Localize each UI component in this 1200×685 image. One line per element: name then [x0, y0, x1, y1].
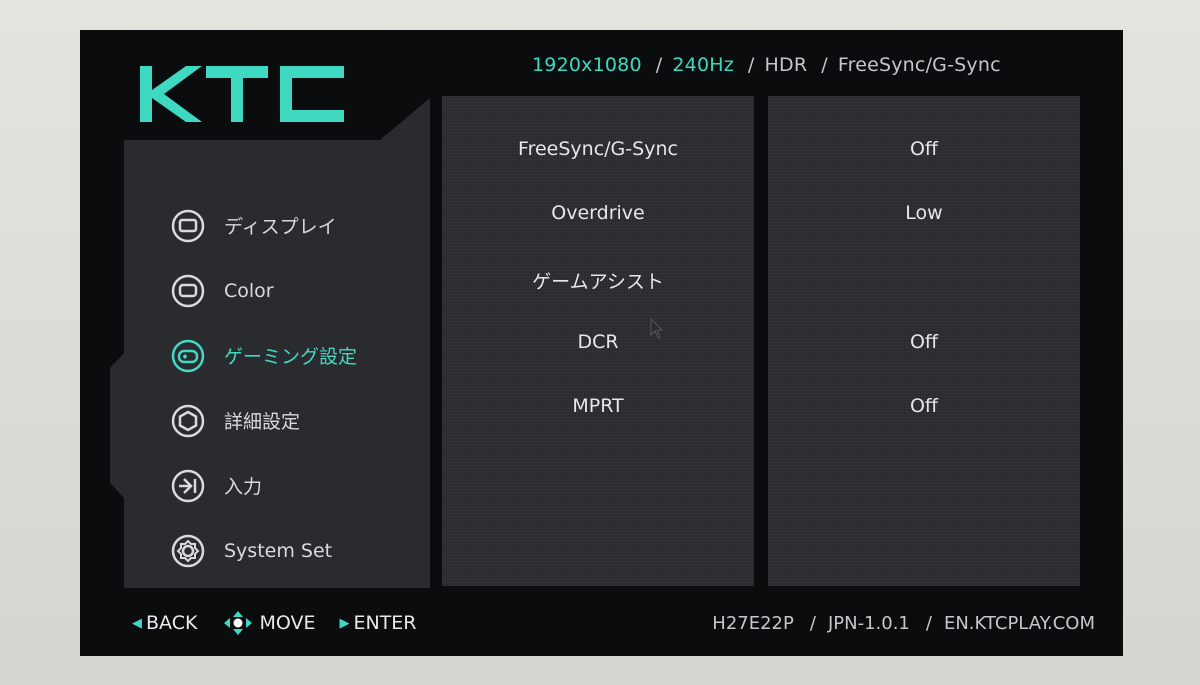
setting-dcr[interactable]: DCR: [442, 331, 754, 353]
firmware-version: JPN-1.0.1: [827, 612, 910, 634]
menu-item-system-set[interactable]: System Set: [170, 518, 430, 583]
value-dcr[interactable]: Off: [768, 331, 1080, 353]
status-resolution: 1920x1080: [532, 54, 642, 76]
display-icon: [171, 209, 205, 242]
menu-item-display[interactable]: ディスプレイ: [170, 193, 430, 258]
gamepad-icon: [171, 339, 205, 372]
move-hint: MOVE: [221, 610, 315, 636]
back-hint[interactable]: ◀ BACK: [132, 612, 197, 634]
menu-item-color[interactable]: Color: [170, 258, 430, 323]
settings-value-panel: Off Low Off Off: [768, 96, 1080, 586]
system-gear-icon: [171, 534, 205, 567]
status-separator: /: [655, 54, 663, 76]
status-refresh-rate: 240Hz: [672, 54, 734, 76]
setting-overdrive[interactable]: Overdrive: [442, 202, 754, 224]
menu-item-label: System Set: [224, 539, 333, 562]
status-bar: 1920x1080 / 240Hz / HDR / FreeSync/G-Syn…: [532, 52, 1001, 78]
enter-hint[interactable]: ▶ ENTER: [339, 612, 416, 634]
left-arrow-icon: ◀: [132, 615, 142, 631]
value-freesync[interactable]: Off: [768, 138, 1080, 160]
info-separator: /: [925, 612, 932, 634]
setting-mprt[interactable]: MPRT: [442, 395, 754, 417]
osd-window: 1920x1080 / 240Hz / HDR / FreeSync/G-Syn…: [80, 30, 1123, 656]
setting-game-assist[interactable]: ゲームアシスト: [442, 267, 754, 294]
menu-item-label: 入力: [224, 476, 263, 498]
advanced-settings-icon: [171, 404, 205, 437]
move-label: MOVE: [259, 612, 316, 634]
dpad-icon: [224, 611, 253, 635]
right-arrow-icon: ▶: [339, 615, 350, 631]
back-label: BACK: [146, 612, 198, 634]
status-separator: /: [821, 54, 828, 76]
main-menu: ディスプレイ Color ゲーミング設定 詳細設定 入力 System Set: [110, 98, 430, 638]
menu-item-input[interactable]: 入力: [170, 453, 430, 518]
mouse-cursor-icon: [650, 318, 664, 339]
status-separator: /: [747, 54, 755, 76]
menu-item-advanced-settings[interactable]: 詳細設定: [170, 388, 430, 453]
device-info: H27E22P / JPN-1.0.1 / EN.KTCPLAY.COM: [712, 610, 1095, 636]
value-overdrive[interactable]: Low: [768, 202, 1080, 224]
enter-label: ENTER: [353, 612, 417, 634]
status-hdr: HDR: [764, 54, 808, 76]
menu-item-label: 詳細設定: [224, 411, 301, 433]
menu-item-label: Color: [224, 279, 274, 302]
settings-name-panel: FreeSync/G-Sync Overdrive ゲームアシスト DCR MP…: [442, 96, 754, 586]
color-icon: [171, 274, 205, 307]
model-number: H27E22P: [712, 612, 794, 634]
value-mprt[interactable]: Off: [768, 395, 1080, 417]
status-sync: FreeSync/G-Sync: [837, 54, 1001, 76]
navigation-hints: ◀ BACK MOVE ▶ ENTER: [132, 610, 441, 636]
menu-item-label: ディスプレイ: [224, 216, 337, 238]
info-separator: /: [809, 612, 816, 634]
website: EN.KTCPLAY.COM: [943, 612, 1095, 634]
input-icon: [171, 469, 205, 502]
setting-freesync[interactable]: FreeSync/G-Sync: [442, 138, 754, 160]
menu-item-label: ゲーミング設定: [224, 346, 358, 368]
menu-item-gaming-settings[interactable]: ゲーミング設定: [170, 323, 430, 388]
